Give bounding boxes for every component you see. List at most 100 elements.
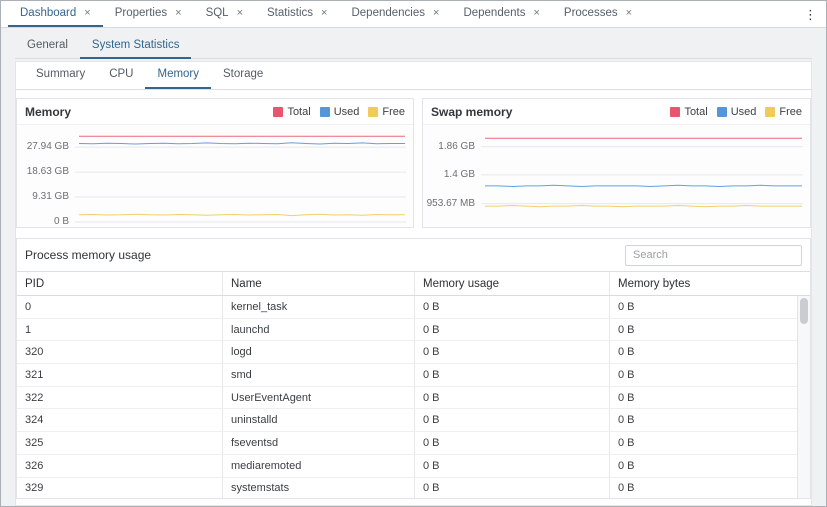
table-row[interactable]: 326mediaremoted0 B0 B [17, 455, 810, 478]
swap-memory-chart-title: Swap memory [431, 105, 512, 119]
table-cell: 0 B [415, 364, 610, 386]
vertical-scrollbar-track[interactable] [797, 296, 810, 498]
subtab-summary[interactable]: Summary [24, 62, 97, 89]
table-cell: 322 [17, 387, 223, 409]
memory-used-line [79, 143, 405, 144]
swap-memory-used-line [485, 185, 802, 186]
swap-memory-chart-header: Swap memory Total Used Free [423, 99, 810, 125]
column-header-memory-bytes[interactable]: Memory bytes [610, 272, 810, 295]
legend-item-used: Used [717, 106, 757, 118]
total-swatch-icon [670, 107, 680, 117]
window-tab-dependents[interactable]: Dependents× [451, 1, 551, 27]
memory-chart-svg [17, 125, 413, 227]
table-cell: 0 B [610, 319, 810, 341]
subtab-storage[interactable]: Storage [211, 62, 275, 89]
table-cell: 0 B [415, 387, 610, 409]
table-cell: 0 B [610, 409, 810, 431]
legend-label: Total [684, 106, 707, 118]
tab-general[interactable]: General [15, 34, 80, 59]
process-memory-usage-panel: Process memory usage PIDNameMemory usage… [16, 238, 811, 499]
table-cell: 320 [17, 341, 223, 363]
table-cell: 0 B [415, 455, 610, 477]
window-tabs-strip: Dashboard×Properties×SQL×Statistics×Depe… [8, 1, 644, 27]
table-cell: 0 B [415, 341, 610, 363]
table-cell: UserEventAgent [223, 387, 415, 409]
table-cell: 0 B [415, 432, 610, 454]
window-tab-statistics[interactable]: Statistics× [255, 1, 339, 27]
table-cell: 324 [17, 409, 223, 431]
tab-close-icon[interactable]: × [321, 8, 327, 19]
tab-system-statistics[interactable]: System Statistics [80, 34, 192, 59]
dashboard-tabs: GeneralSystem Statistics [15, 34, 812, 59]
table-cell: uninstalld [223, 409, 415, 431]
window-tabbar: Dashboard×Properties×SQL×Statistics×Depe… [1, 1, 826, 28]
swap-memory-chart-svg [423, 125, 810, 227]
table-row[interactable]: 322UserEventAgent0 B0 B [17, 387, 810, 410]
table-cell: mediaremoted [223, 455, 415, 477]
table-row[interactable]: 325fseventsd0 B0 B [17, 432, 810, 455]
search-input[interactable] [625, 245, 802, 266]
swap-memory-free-line [485, 206, 802, 207]
free-swatch-icon [765, 107, 775, 117]
tab-close-icon[interactable]: × [626, 8, 632, 19]
table-cell: launchd [223, 319, 415, 341]
table-row[interactable]: 321smd0 B0 B [17, 364, 810, 387]
window-tab-dependencies[interactable]: Dependencies× [339, 1, 451, 27]
window-tab-label: Properties [115, 7, 167, 19]
legend-label: Used [334, 106, 360, 118]
subtab-cpu[interactable]: CPU [97, 62, 145, 89]
window-tab-properties[interactable]: Properties × [103, 1, 194, 27]
system-statistics-tabbar: SummaryCPUMemoryStorage [15, 61, 812, 90]
legend-label: Total [287, 106, 310, 118]
process-table: PIDNameMemory usageMemory bytes 0kernel_… [17, 271, 810, 498]
subtab-memory[interactable]: Memory [145, 62, 211, 89]
tab-close-icon[interactable]: × [175, 8, 181, 19]
window-tab-label: Processes [564, 7, 618, 19]
table-row[interactable]: 1launchd0 B0 B [17, 319, 810, 342]
memory-free-line [79, 214, 405, 215]
used-swatch-icon [717, 107, 727, 117]
column-header-memory-usage[interactable]: Memory usage [415, 272, 610, 295]
table-row[interactable]: 324uninstalld0 B0 B [17, 409, 810, 432]
system-statistics-tabs: SummaryCPUMemoryStorage [16, 62, 811, 89]
window-tab-processes[interactable]: Processes × [552, 1, 644, 27]
vertical-scrollbar-thumb[interactable] [800, 298, 808, 324]
table-row[interactable]: 329systemstats0 B0 B [17, 478, 810, 499]
table-cell: systemstats [223, 478, 415, 499]
table-cell: 0 [17, 296, 223, 318]
window-tab-dashboard[interactable]: Dashboard × [8, 1, 103, 27]
table-cell: smd [223, 364, 415, 386]
memory-chart-panel: MemoryTotalUsedFree0 B9.31 GB18.63 GB27.… [16, 98, 414, 228]
kebab-menu-icon[interactable]: ⋮ [804, 1, 817, 28]
table-cell: 1 [17, 319, 223, 341]
table-cell: 0 B [610, 455, 810, 477]
memory-chart-header: MemoryTotalUsedFree [17, 99, 413, 125]
column-header-name[interactable]: Name [223, 272, 415, 295]
chart-legend: Total Used Free [273, 106, 405, 118]
table-row[interactable]: 320logd0 B0 B [17, 341, 810, 364]
total-swatch-icon [273, 107, 283, 117]
legend-item-free: Free [368, 106, 405, 118]
pgadmin-dashboard-window: Dashboard×Properties×SQL×Statistics×Depe… [0, 0, 827, 507]
tab-close-icon[interactable]: × [237, 8, 243, 19]
used-swatch-icon [320, 107, 330, 117]
table-row[interactable]: 0kernel_task0 B0 B [17, 296, 810, 319]
table-cell: logd [223, 341, 415, 363]
tab-close-icon[interactable]: × [84, 8, 90, 19]
swap-memory-plot-area: 953.67 MB1.4 GB1.86 GB [423, 125, 810, 227]
table-cell: 329 [17, 478, 223, 499]
dashboard-content: MemoryTotalUsedFree0 B9.31 GB18.63 GB27.… [15, 90, 812, 506]
window-tab-sql[interactable]: SQL× [194, 1, 255, 27]
column-header-pid[interactable]: PID [17, 272, 223, 295]
legend-item-free: Free [765, 106, 802, 118]
tab-close-icon[interactable]: × [433, 8, 439, 19]
tab-close-icon[interactable]: × [533, 8, 539, 19]
legend-label: Free [382, 106, 405, 118]
table-cell: 325 [17, 432, 223, 454]
table-cell: 0 B [610, 432, 810, 454]
chart-legend: Total Used Free [670, 106, 802, 118]
process-panel-title: Process memory usage [25, 248, 151, 262]
charts-row: MemoryTotalUsedFree0 B9.31 GB18.63 GB27.… [16, 98, 811, 228]
table-cell: 0 B [610, 364, 810, 386]
window-tab-label: Dashboard [20, 7, 76, 19]
